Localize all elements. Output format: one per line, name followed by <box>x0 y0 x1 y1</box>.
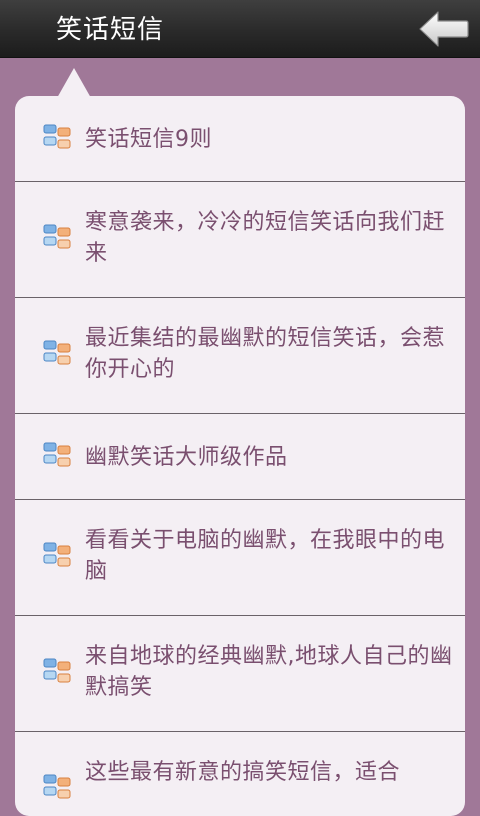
list-item[interactable]: 最近集结的最幽默的短信笑话，会惹你开心的 <box>15 298 465 414</box>
list-item-label: 来自地球的经典幽默,地球人自己的幽默搞笑 <box>85 644 453 700</box>
list-item-label: 这些最有新意的搞笑短信，适合 <box>85 760 401 785</box>
panel-pointer <box>57 68 91 98</box>
app-header: 笑话短信 <box>0 0 480 58</box>
list-item-label: 最近集结的最幽默的短信笑话，会惹你开心的 <box>85 326 446 382</box>
page-title: 笑话短信 <box>56 15 165 45</box>
list-item-label: 幽默笑话大师级作品 <box>85 445 288 470</box>
list-item[interactable]: 来自地球的经典幽默,地球人自己的幽默搞笑 <box>15 616 465 732</box>
list-item[interactable]: 这些最有新意的搞笑短信，适合 <box>15 732 465 816</box>
list-item[interactable]: 笑话短信9则 <box>15 96 465 182</box>
list-item-label: 寒意袭来，冷冷的短信笑话向我们赶来 <box>85 210 446 266</box>
list-item-icon <box>43 340 71 365</box>
back-arrow-icon[interactable] <box>418 9 470 49</box>
list-item-label: 笑话短信9则 <box>85 127 212 152</box>
list-item-label: 看看关于电脑的幽默，在我眼中的电脑 <box>85 528 446 584</box>
list-item[interactable]: 看看关于电脑的幽默，在我眼中的电脑 <box>15 500 465 616</box>
list-item-icon <box>43 442 71 467</box>
list-item[interactable]: 幽默笑话大师级作品 <box>15 414 465 500</box>
article-list-panel: 笑话短信9则 寒意袭来，冷冷的短信笑话向我们赶来 最近集结的最幽默的短信笑话，会… <box>15 96 465 816</box>
list-item[interactable]: 寒意袭来，冷冷的短信笑话向我们赶来 <box>15 182 465 298</box>
list-item-icon <box>43 124 71 149</box>
list-item-icon <box>43 224 71 249</box>
list-item-icon <box>43 658 71 683</box>
list-item-icon <box>43 774 71 799</box>
list-item-icon <box>43 542 71 567</box>
